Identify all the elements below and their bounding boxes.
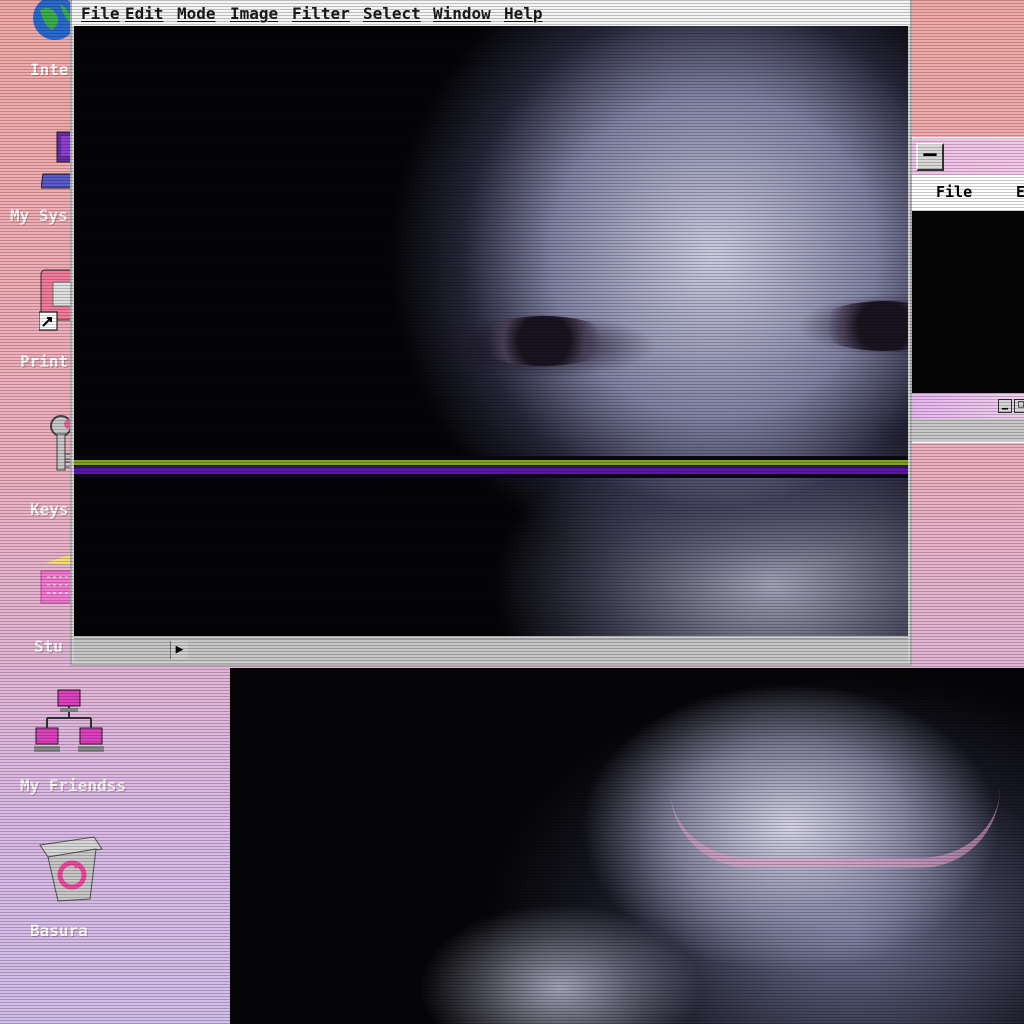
menu-item-edit[interactable]: E <box>1016 183 1024 201</box>
desktop-icon-my-friends[interactable]: My Friendss <box>0 688 150 798</box>
minimize-icon[interactable]: ▁ <box>998 399 1012 413</box>
menu-item-window[interactable]: Window <box>433 4 491 23</box>
horizontal-scrollbar[interactable]: ▶ <box>74 638 908 662</box>
secondary-window-menu: File E <box>912 175 1024 211</box>
desktop-icon-label: Keys <box>30 500 69 519</box>
minimize-button[interactable]: — <box>916 143 944 171</box>
menu-item-help[interactable]: Help <box>504 4 543 23</box>
recycle-bin-icon <box>36 835 106 905</box>
menu-item-edit[interactable]: Edit <box>125 4 164 23</box>
menu-item-select[interactable]: Select <box>363 4 421 23</box>
secondary-window-titlebar[interactable]: — <box>912 139 1024 175</box>
photo-smile <box>670 788 1000 868</box>
menu-item-filter[interactable]: Filter <box>292 4 350 23</box>
desktop-icon-recycle-bin[interactable]: Basura <box>0 835 150 945</box>
maximize-icon[interactable]: □ <box>1014 399 1024 413</box>
desktop-icon-label: My Sys <box>10 206 68 225</box>
secondary-window[interactable]: — File E ▁ □ <box>910 137 1024 443</box>
desktop-icon-label: Basura <box>30 921 88 940</box>
menu-item-image[interactable]: Image <box>230 4 278 23</box>
secondary-window-statusbar: ▁ □ <box>912 393 1024 419</box>
desktop-icon-label: My Friendss <box>20 776 126 795</box>
image-canvas[interactable] <box>74 26 908 636</box>
scroll-right-arrow-icon[interactable]: ▶ <box>170 641 188 659</box>
menu-bar: File Edit Mode Image Filter Select Windo… <box>72 0 910 26</box>
photo-eye-right <box>814 301 908 351</box>
image-editor-window[interactable]: File Edit Mode Image Filter Select Windo… <box>70 0 912 666</box>
background-photo <box>230 668 1024 1024</box>
network-icon <box>34 688 104 758</box>
menu-item-file[interactable]: File <box>936 183 972 201</box>
secondary-window-content <box>912 211 1024 393</box>
photo-eye-left <box>474 316 614 366</box>
desktop-icon-label: Print <box>20 352 69 371</box>
desktop-icon-label: Inte <box>30 60 69 79</box>
menu-item-mode[interactable]: Mode <box>177 4 216 23</box>
desktop-icon-label: Stu <box>34 637 63 656</box>
glitch-band <box>74 456 908 478</box>
menu-item-file[interactable]: File <box>81 4 120 23</box>
